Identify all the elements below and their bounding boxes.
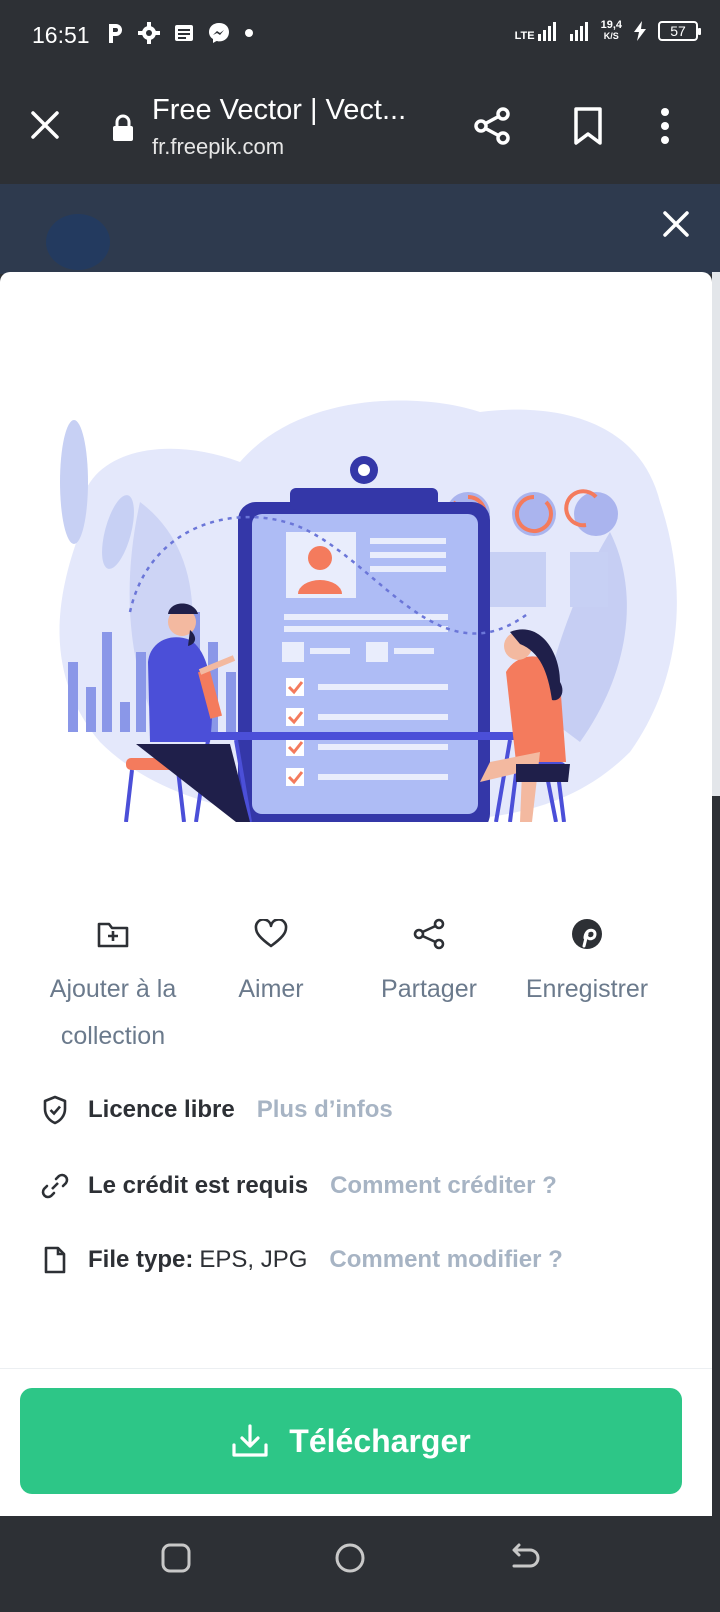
signal-icon-2 — [569, 22, 588, 41]
license-info-link[interactable]: Plus d’infos — [257, 1096, 393, 1124]
parking-icon — [109, 24, 122, 43]
filetype-row: File type: EPS, JPG Comment modifier ? — [40, 1240, 700, 1280]
add-to-collection-button[interactable]: Ajouter à la collection — [28, 912, 198, 1060]
filetype-howto-link[interactable]: Comment modifier ? — [329, 1246, 562, 1274]
dot-icon — [245, 29, 253, 37]
credit-row: Le crédit est requis Comment créditer ? — [40, 1166, 700, 1206]
resource-illustration[interactable] — [40, 352, 680, 822]
heart-icon — [254, 919, 288, 948]
system-nav-bar — [0, 1516, 720, 1612]
like-label: Aimer — [238, 975, 304, 1003]
filetype-label: File type: — [88, 1246, 194, 1273]
status-time: 16:51 — [32, 22, 90, 48]
share-icon — [413, 918, 445, 950]
license-row: Licence libre Plus d’infos — [40, 1090, 700, 1130]
share-label: Partager — [381, 975, 477, 1003]
bookmark-icon[interactable] — [572, 106, 604, 146]
battery-indicator: 57 — [658, 21, 701, 41]
page-backdrop — [0, 184, 720, 274]
charging-icon — [634, 21, 646, 41]
page-title: Free Vector | Vect... — [152, 94, 407, 126]
action-bar: Ajouter à la collection Aimer Partager E… — [0, 912, 712, 1072]
download-button[interactable]: Télécharger — [20, 1388, 682, 1494]
messenger-icon — [209, 23, 229, 43]
file-icon — [44, 1246, 66, 1274]
resource-sheet: Ajouter à la collection Aimer Partager E… — [0, 272, 712, 1516]
save-pinterest-button[interactable]: Enregistrer — [502, 912, 672, 1013]
sheet-scrollbar[interactable] — [712, 272, 720, 796]
home-icon[interactable] — [334, 1542, 366, 1574]
recent-apps-icon[interactable] — [160, 1542, 192, 1574]
system-status: LTE 19,4 K/S 57 — [515, 19, 701, 42]
browser-toolbar: Free Vector | Vect... fr.freepik.com — [0, 72, 720, 184]
lock-icon — [113, 114, 133, 141]
back-icon[interactable] — [508, 1542, 542, 1574]
notification-icons — [106, 22, 254, 44]
credit-howto-link[interactable]: Comment créditer ? — [330, 1172, 557, 1200]
credit-label: Le crédit est requis — [88, 1172, 309, 1199]
add-to-collection-label: Ajouter à la collection — [49, 975, 177, 1050]
modal-close-icon[interactable] — [662, 210, 690, 238]
lte-indicator: LTE — [515, 20, 559, 42]
share-button[interactable]: Partager — [344, 912, 514, 1013]
more-vert-icon[interactable] — [660, 106, 670, 146]
download-icon — [232, 1424, 268, 1457]
news-icon — [175, 25, 193, 41]
license-label: Licence libre — [88, 1096, 235, 1123]
divider — [0, 1368, 712, 1369]
close-icon[interactable] — [30, 110, 60, 140]
share-icon[interactable] — [472, 106, 512, 146]
like-button[interactable]: Aimer — [186, 912, 356, 1013]
link-icon — [41, 1173, 69, 1199]
gear-icon — [138, 22, 160, 44]
net-speed: 19,4 K/S — [600, 19, 622, 42]
folder-plus-icon — [97, 922, 129, 948]
pinterest-icon — [572, 919, 602, 949]
save-pinterest-label: Enregistrer — [525, 975, 649, 1003]
download-label: Télécharger — [289, 1422, 471, 1459]
shield-check-icon — [43, 1095, 67, 1125]
status-bar: 16:51 LTE 19,4 K/S 57 — [0, 0, 720, 72]
signal-icon — [537, 22, 556, 41]
filetype-value: EPS, JPG — [199, 1246, 308, 1273]
page-url[interactable]: fr.freepik.com — [152, 134, 284, 160]
blurred-avatar — [46, 214, 110, 270]
